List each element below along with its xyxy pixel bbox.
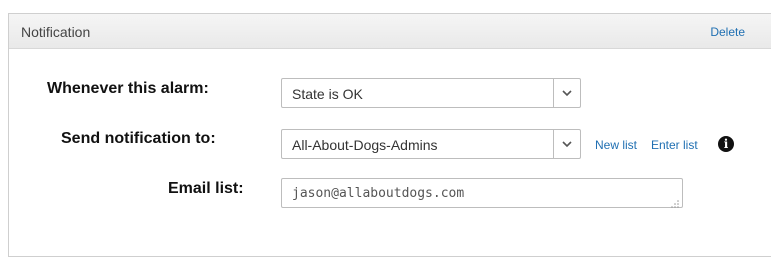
email-list-label: Email list: (168, 180, 244, 197)
notification-list-select[interactable]: All-About-Dogs-Admins (281, 129, 581, 159)
panel-header: Notification Delete (9, 14, 771, 49)
new-list-link[interactable]: New list (595, 138, 637, 152)
alarm-state-select[interactable]: State is OK (281, 78, 581, 108)
resize-grip-icon[interactable] (669, 195, 679, 208)
chevron-down-icon (553, 130, 580, 158)
delete-link[interactable]: Delete (710, 25, 745, 39)
alarm-state-label: Whenever this alarm: (47, 80, 209, 97)
panel-title: Notification (21, 24, 91, 40)
enter-list-link[interactable]: Enter list (651, 138, 698, 152)
send-notification-label: Send notification to: (61, 130, 216, 147)
email-list-field[interactable]: jason@allaboutdogs.com (281, 178, 683, 208)
info-icon[interactable]: i (718, 136, 734, 152)
notification-list-value: All-About-Dogs-Admins (292, 137, 438, 153)
email-list-value: jason@allaboutdogs.com (292, 186, 465, 201)
notification-panel: Notification Delete Whenever this alarm:… (8, 13, 771, 257)
alarm-state-value: State is OK (292, 86, 363, 102)
chevron-down-icon (553, 79, 580, 107)
